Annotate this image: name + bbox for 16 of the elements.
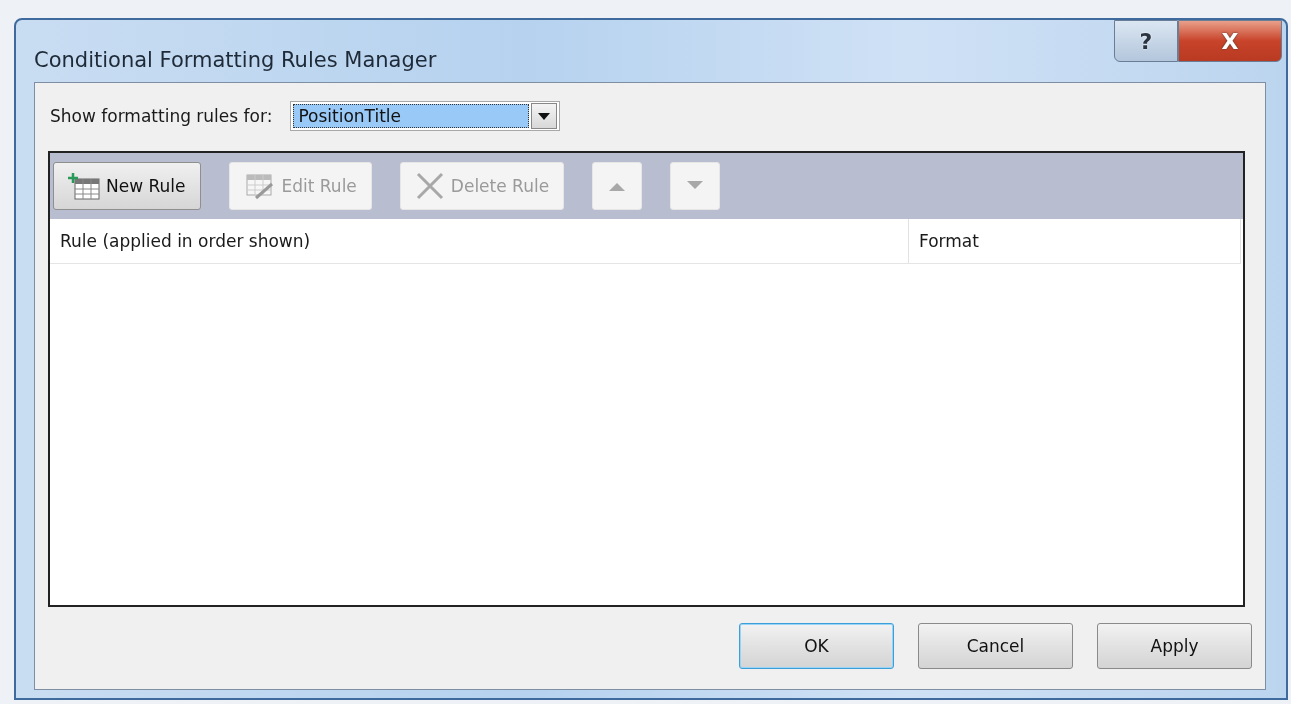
dialog-button[interactable]: Apply [1097, 623, 1252, 669]
new-rule-button[interactable]: New Rule [53, 162, 201, 210]
column-header: Rule (applied in order shown) [50, 219, 909, 263]
help-button[interactable]: ? [1114, 20, 1178, 62]
scope-dropdown[interactable]: PositionTitle [290, 101, 561, 131]
dialog-button[interactable]: OK [739, 623, 894, 669]
table-add-icon [68, 172, 100, 200]
dialog-button[interactable]: Cancel [918, 623, 1073, 669]
up-arrow-icon [609, 181, 626, 191]
delete-icon [414, 172, 445, 200]
table-edit-icon [243, 172, 276, 200]
column-header: Format [909, 219, 1241, 263]
down-arrow-icon [687, 181, 704, 191]
scope-label: Show formatting rules for: [50, 106, 273, 126]
window-title: Conditional Formatting Rules Manager [34, 48, 437, 72]
close-button[interactable]: X [1178, 20, 1282, 62]
